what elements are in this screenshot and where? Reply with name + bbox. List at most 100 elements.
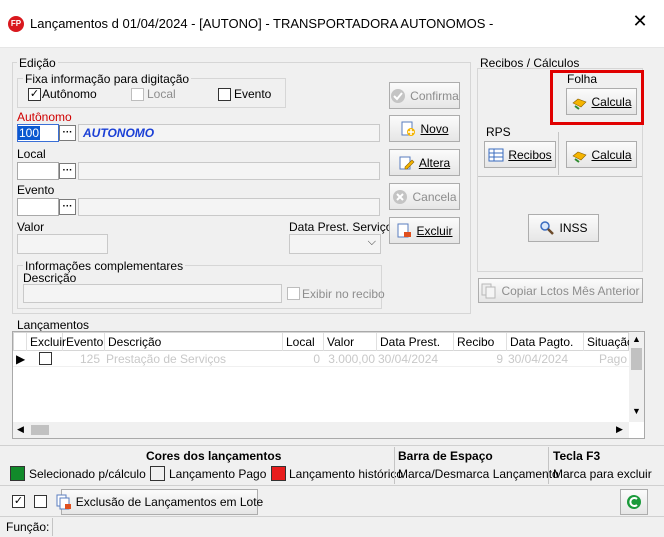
confirma-button[interactable]: Confirma xyxy=(389,82,460,109)
valor-input[interactable] xyxy=(17,234,108,254)
refresh-icon xyxy=(626,494,642,510)
row-excluir-checkbox[interactable] xyxy=(39,352,52,365)
legend-color-pago xyxy=(150,466,165,481)
inss-label: INSS xyxy=(559,221,588,235)
table-icon xyxy=(488,147,504,163)
lancamentos-grid: Excluir Evento Descrição Local Valor Dat… xyxy=(12,331,645,439)
cancela-button[interactable]: Cancela xyxy=(389,183,460,210)
row-evento: 125 xyxy=(79,352,100,366)
tecla-desc: Marca para excluir xyxy=(553,467,652,481)
grid-vertical-scrollbar[interactable]: ▲ ▼ xyxy=(629,332,644,422)
check-icon xyxy=(390,88,406,104)
select-all-checkbox[interactable]: ✓ xyxy=(12,495,25,508)
local-name-field xyxy=(78,162,380,180)
barra-desc: Marca/Desmarca Lançamento xyxy=(398,467,559,481)
confirma-label: Confirma xyxy=(410,88,459,103)
col-descricao[interactable]: Descrição xyxy=(105,333,283,351)
scroll-thumb[interactable] xyxy=(631,348,642,370)
col-situacao[interactable]: Situação xyxy=(584,333,634,351)
fixa-local-label: Local xyxy=(147,87,176,101)
data-prest-label: Data Prest. Serviço xyxy=(289,220,393,234)
funcao-field xyxy=(52,518,664,536)
col-data-pagto[interactable]: Data Pagto. xyxy=(507,333,584,351)
delete-batch-icon xyxy=(56,494,72,510)
fixa-local-checkbox[interactable] xyxy=(131,88,144,101)
row-indicator-icon: ▶ xyxy=(16,352,26,366)
folha-calcula-button[interactable]: Calcula xyxy=(566,88,637,115)
col-excluir[interactable]: Excluir xyxy=(27,333,66,351)
copiar-lctos-button[interactable]: Copiar Lctos Mês Anterior xyxy=(478,278,643,303)
valor-label: Valor xyxy=(17,220,45,234)
novo-label: Novo xyxy=(420,121,449,136)
col-recibo[interactable]: Recibo xyxy=(454,333,507,351)
calculate-icon xyxy=(571,94,588,110)
cancel-icon xyxy=(392,189,408,205)
scroll-up-icon[interactable]: ▲ xyxy=(632,334,641,344)
deselect-all-checkbox[interactable] xyxy=(34,495,47,508)
row-valor: 3.000,00 xyxy=(328,352,375,366)
edicao-title: Edição xyxy=(17,56,58,70)
scroll-left-icon[interactable]: ◀ xyxy=(17,424,24,435)
h-scroll-thumb[interactable] xyxy=(31,425,49,435)
autonomo-lookup-button[interactable]: ··· xyxy=(59,125,76,141)
legend-historico-label: Lançamento histórico xyxy=(289,467,404,481)
autonomo-code-input[interactable]: 100 xyxy=(17,124,59,142)
refresh-button[interactable] xyxy=(620,489,648,515)
col-indicator xyxy=(14,333,27,351)
grid-horizontal-scrollbar[interactable]: ◀ ▶ xyxy=(13,422,629,438)
rps-title: RPS xyxy=(486,125,511,139)
bottom-divider xyxy=(0,485,664,486)
legend-divider-top xyxy=(0,445,664,446)
exibir-recibo-label: Exibir no recibo xyxy=(302,287,385,301)
funcao-label: Função: xyxy=(6,520,50,534)
inss-separator xyxy=(478,176,642,177)
delete-document-icon xyxy=(396,223,412,239)
row-local: 0 xyxy=(313,352,320,366)
rps-calcula-button[interactable]: Calcula xyxy=(566,141,637,168)
legend-sep-1 xyxy=(394,447,395,484)
local-code-input[interactable] xyxy=(17,162,59,180)
chevron-down-icon: ⌵ xyxy=(367,236,376,248)
exclusao-lote-label: Exclusão de Lançamentos em Lote xyxy=(75,495,264,509)
edit-pencil-icon xyxy=(399,155,415,171)
inss-button[interactable]: INSS xyxy=(528,214,599,242)
local-lookup-button[interactable]: ··· xyxy=(59,163,76,179)
altera-button[interactable]: Altera xyxy=(389,149,460,176)
row-situacao: Pago xyxy=(598,352,627,366)
col-data-prest[interactable]: Data Prest. xyxy=(377,333,454,351)
evento-code-input[interactable] xyxy=(17,198,59,216)
scroll-right-icon[interactable]: ▶ xyxy=(616,424,623,435)
autonomo-label: Autônomo xyxy=(17,110,72,124)
fixa-evento-label: Evento xyxy=(234,87,272,101)
fixa-evento-checkbox[interactable] xyxy=(218,88,231,101)
legend-selected-label: Selecionado p/cálculo xyxy=(29,467,146,481)
novo-button[interactable]: Novo xyxy=(389,115,460,142)
evento-lookup-button[interactable]: ··· xyxy=(59,199,76,215)
row-recibo: 9 xyxy=(496,352,503,366)
fixa-autonomo-checkbox[interactable]: ✓ xyxy=(28,88,41,101)
col-local[interactable]: Local xyxy=(283,333,324,351)
rps-recibos-button[interactable]: Recibos xyxy=(484,141,556,168)
autonomo-code-value: 100 xyxy=(18,126,41,140)
table-row[interactable]: ▶ 125 Prestação de Serviços 0 3.000,00 3… xyxy=(13,351,629,367)
autonomo-name: AUTONOMO xyxy=(83,126,155,140)
lancamentos-title: Lançamentos xyxy=(17,318,90,332)
scroll-down-icon[interactable]: ▼ xyxy=(632,406,641,416)
search-icon xyxy=(539,220,555,236)
app-logo-icon: FP xyxy=(8,16,24,32)
excluir-button[interactable]: Excluir xyxy=(389,217,460,244)
exibir-recibo-checkbox[interactable] xyxy=(287,287,300,300)
status-divider xyxy=(0,516,664,517)
cores-title: Cores dos lançamentos xyxy=(146,449,282,463)
col-evento[interactable]: Evento xyxy=(63,333,105,351)
data-prest-select[interactable]: ⌵ xyxy=(289,234,381,254)
rps-recibos-label: Recibos xyxy=(508,147,552,162)
copiar-lctos-label: Copiar Lctos Mês Anterior xyxy=(501,283,640,298)
close-icon[interactable]: ✕ xyxy=(632,12,648,30)
descricao-input[interactable] xyxy=(23,284,282,303)
legend-color-historico xyxy=(271,466,286,481)
exclusao-lote-button[interactable]: Exclusão de Lançamentos em Lote xyxy=(56,489,263,515)
row-descricao: Prestação de Serviços xyxy=(106,352,227,366)
col-valor[interactable]: Valor xyxy=(324,333,377,351)
window-title: Lançamentos d 01/04/2024 - [AUTONO] - TR… xyxy=(30,16,494,31)
